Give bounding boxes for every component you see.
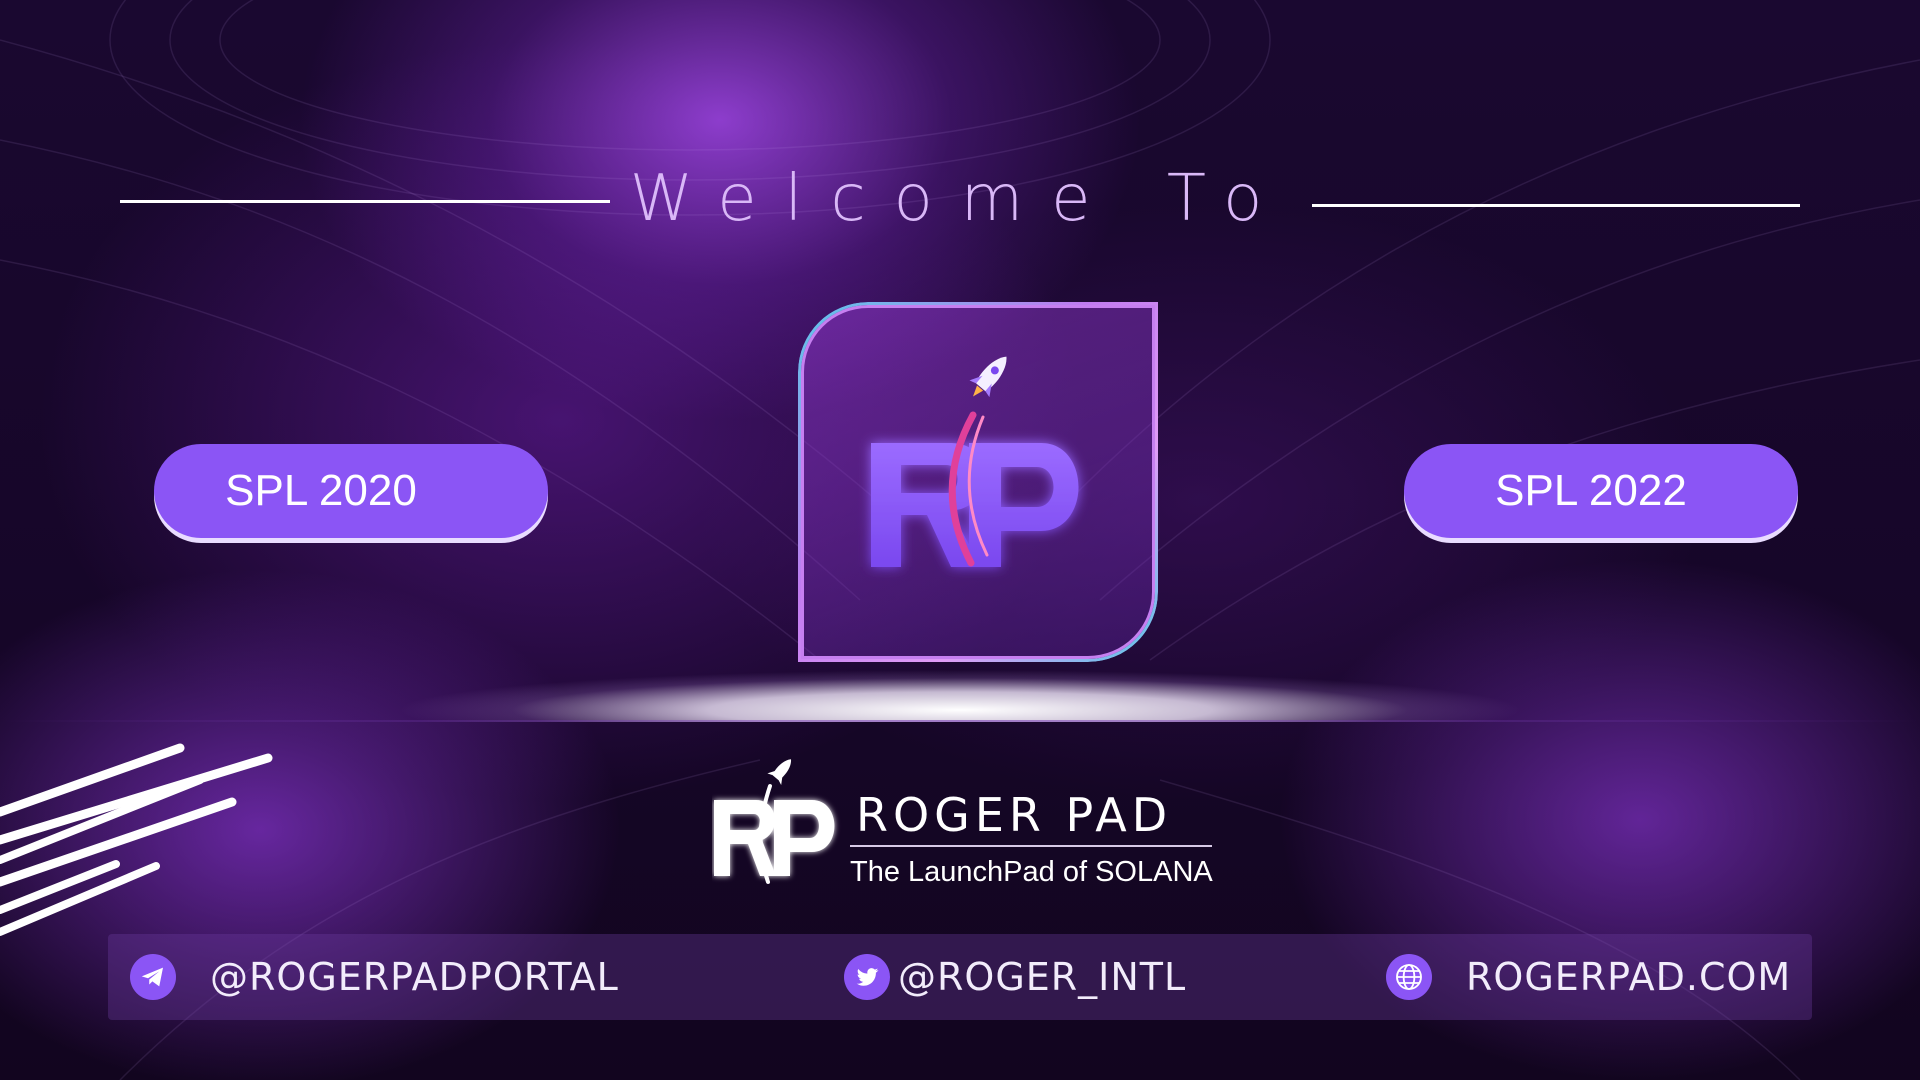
rp-rocket-logo-small-icon <box>714 759 835 884</box>
globe-icon <box>1386 954 1432 1000</box>
spl-2022-button[interactable]: SPL 2022 <box>1404 444 1798 538</box>
welcome-heading: Welcome To <box>629 162 1291 236</box>
telegram-handle: @ROGERPADPORTAL <box>210 955 619 999</box>
website-url: ROGERPAD.COM <box>1466 955 1792 999</box>
social-footer: @ROGERPADPORTAL @ROGER_INTL ROGERPAD.COM <box>108 934 1812 1020</box>
website-link[interactable]: ROGERPAD.COM <box>1386 934 1791 1020</box>
spl-2020-label: SPL 2020 <box>225 466 417 515</box>
rp-rocket-logo-icon <box>871 356 1079 567</box>
brand-divider <box>850 845 1212 847</box>
brand-tagline: The LaunchPad of SOLANA <box>850 856 1213 888</box>
stage-floor <box>0 720 1920 722</box>
telegram-link[interactable]: @ROGERPADPORTAL <box>130 934 619 1020</box>
spl-2020-button[interactable]: SPL 2020 <box>154 444 548 538</box>
heading-divider-right <box>1312 204 1800 207</box>
spl-2022-label: SPL 2022 <box>1495 466 1687 515</box>
stage-glow <box>380 660 1540 722</box>
twitter-handle: @ROGER_INTL <box>898 955 1187 999</box>
brand-block: ROGER PAD The LaunchPad of SOLANA <box>712 756 1232 892</box>
twitter-icon <box>844 954 890 1000</box>
logo-card <box>798 302 1158 662</box>
telegram-icon <box>130 954 176 1000</box>
speed-streaks-decoration <box>0 743 273 936</box>
brand-name: ROGER PAD <box>856 788 1173 842</box>
twitter-link[interactable]: @ROGER_INTL <box>844 934 1186 1020</box>
